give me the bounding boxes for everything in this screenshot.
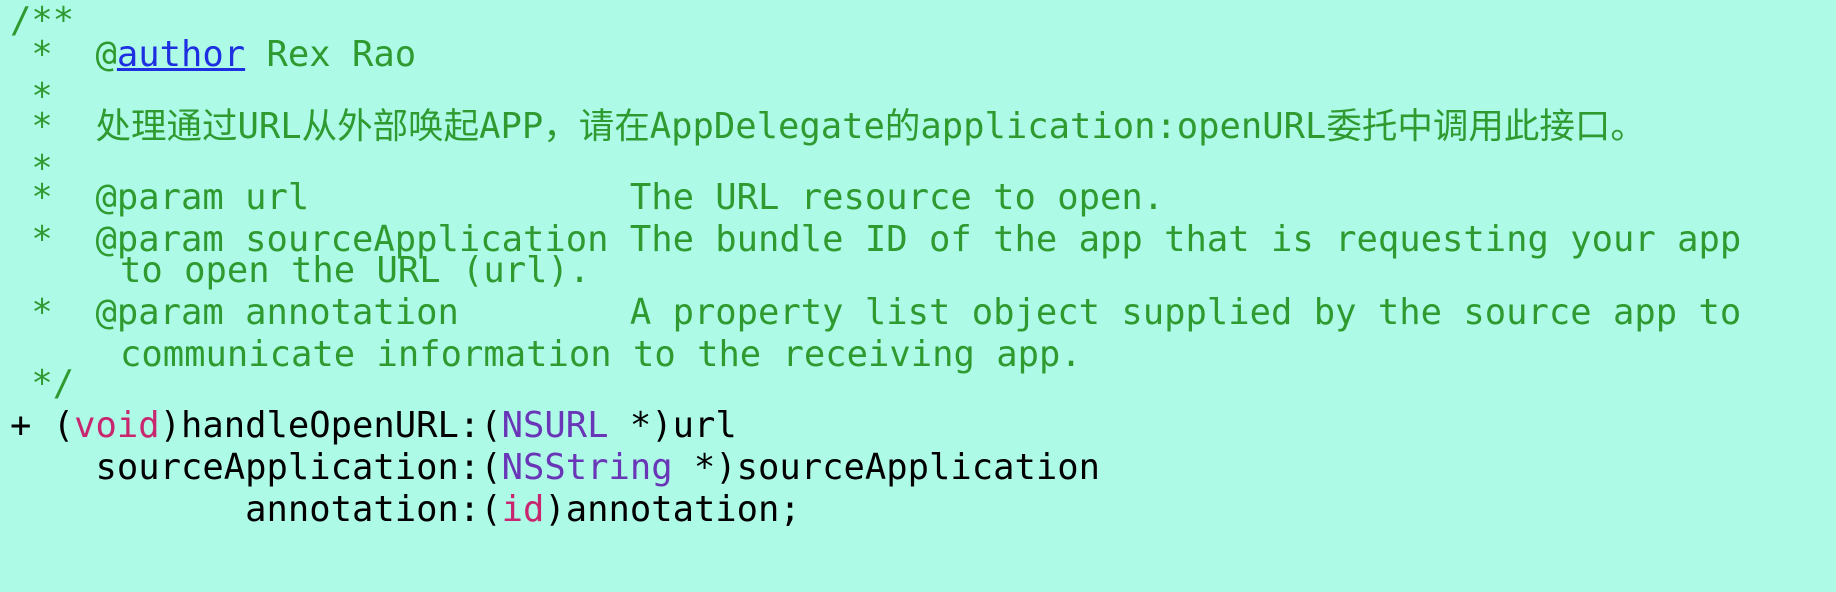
param-url-text: @param url The URL resource to open. [95, 177, 1165, 218]
comment-star: * [10, 34, 96, 75]
sig-source-arg: *)sourceApplication [672, 447, 1101, 488]
sig-url-arg: *)url [608, 405, 737, 446]
author-tag-link[interactable]: author [117, 34, 245, 75]
sig-method-name: )handleOpenURL:( [159, 405, 502, 446]
param-annotation-cont-text: communicate information to the receiving… [120, 334, 1082, 375]
method-signature-line: + (void)handleOpenURL:(NSURL *)url [10, 405, 737, 447]
param-annotation-line: * @param annotation A property list obje… [10, 292, 1741, 334]
param-annotation-cont-line: communicate information to the receiving… [120, 334, 1082, 376]
method-annotation-line: annotation:(id)annotation; [10, 489, 801, 531]
sig-annotation-label: annotation:( [10, 489, 502, 530]
comment-star: * [10, 106, 96, 147]
comment-star: * [10, 219, 96, 260]
param-url-line: * @param url The URL resource to open. [10, 177, 1164, 219]
doc-comment-close: */ [10, 363, 74, 405]
description-line: * 处理通过URL从外部唤起APP，请在AppDelegate的applicat… [10, 106, 1646, 148]
sig-source-label: sourceApplication:( [10, 447, 502, 488]
method-source-line: sourceApplication:(NSString *)sourceAppl… [10, 447, 1100, 489]
param-source-cont-line: to open the URL (url). [120, 250, 590, 292]
description-text: 处理通过URL从外部唤起APP，请在AppDelegate的applicatio… [95, 106, 1646, 147]
type-nsstring: NSString [501, 447, 673, 488]
author-line: * @author Rex Rao [10, 34, 416, 76]
author-name: Rex Rao [245, 34, 417, 75]
keyword-void: void [74, 405, 160, 446]
param-annotation-text: @param annotation A property list object… [95, 292, 1742, 333]
type-nsurl: NSURL [501, 405, 609, 446]
keyword-id: id [501, 489, 545, 530]
comment-star: * [10, 177, 96, 218]
param-source-cont-text: to open the URL (url). [120, 250, 591, 291]
author-at: @ [95, 34, 117, 75]
comment-star: * [10, 292, 96, 333]
doc-close-text: */ [10, 363, 75, 404]
code-editor[interactable]: /** * @author Rex Rao * * 处理通过URL从外部唤起AP… [0, 0, 1836, 592]
sig-plus: + ( [10, 405, 75, 446]
sig-annotation-arg: )annotation; [544, 489, 801, 530]
